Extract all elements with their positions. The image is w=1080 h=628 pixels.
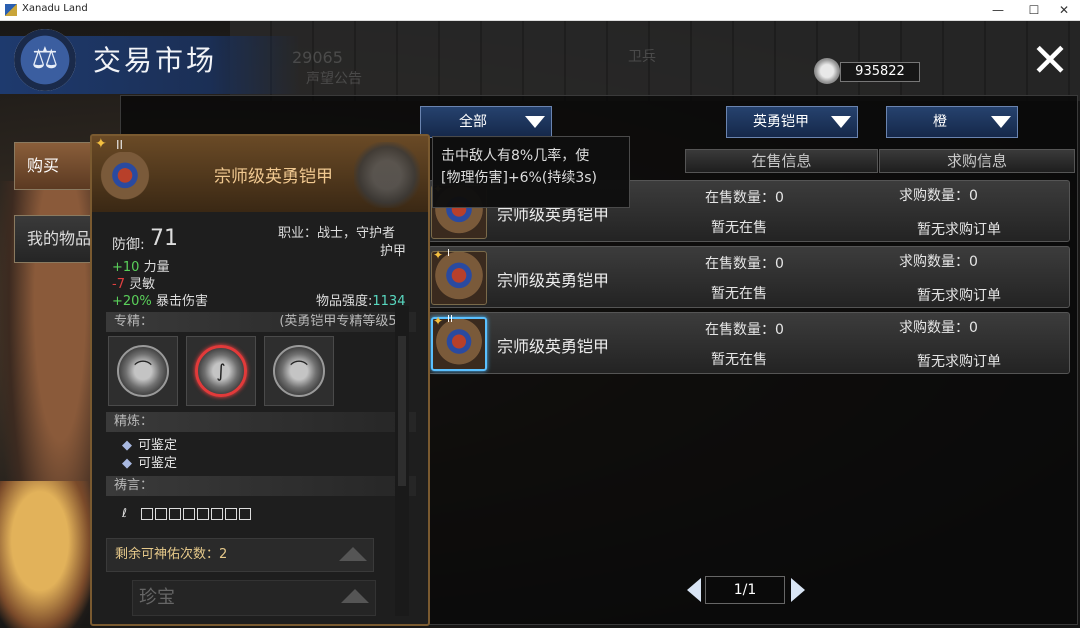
category-dropdown[interactable]: 全部 [420, 106, 552, 138]
up-arrow-icon[interactable] [339, 547, 367, 561]
game-window: { "window": { "title": "Xanadu Land", "c… [0, 0, 1080, 628]
table-row[interactable]: ✦ I 宗师级英勇铠甲 在售数量：0 暂无在售 求购数量：0 暂无求购订单 [428, 246, 1070, 308]
card-scrollbar[interactable] [395, 306, 409, 616]
column-buy-info: 求购信息 [879, 149, 1075, 173]
refine-item: ◆ 可鉴定 [122, 438, 178, 453]
spec-title: 专精： [114, 314, 154, 329]
app-icon [5, 4, 17, 16]
spec-orb-icon: ⌒ [117, 345, 169, 397]
spec-slot-3[interactable]: ⌒ [264, 336, 334, 406]
spec-orb-icon: ∫ [195, 345, 247, 397]
strength-label: 物品强度: [316, 294, 373, 309]
sale-status: 暂无在售 [711, 220, 767, 236]
prayer-icon: ℓ [122, 506, 127, 520]
buy-count: 求购数量：0 [899, 320, 978, 336]
type-dropdown[interactable]: 英勇铠甲 [726, 106, 858, 138]
page-indicator: 1/1 [705, 576, 785, 604]
close-icon[interactable]: ✕ [1028, 37, 1072, 84]
prayer-slot [238, 507, 251, 520]
armor-item-icon [98, 152, 152, 204]
tooltip-line-1: 击中敌人有8%几率，使 [441, 148, 590, 164]
window-close-button[interactable]: ✕ [1046, 0, 1080, 21]
column-sale-info: 在售信息 [685, 149, 878, 173]
defense-label: 防御: [112, 237, 145, 253]
tier-label: I [447, 248, 450, 259]
spec-slot-2[interactable]: ∫ [186, 336, 256, 406]
window-titlebar: Xanadu Land — ☐ ✕ [0, 0, 1080, 21]
spec-orb-icon: ⌒ [273, 345, 325, 397]
table-row-selected[interactable]: ✦ II 宗师级英勇铠甲 在售数量：0 暂无在售 求购数量：0 暂无求购订单 [428, 312, 1070, 374]
prayer-slot [182, 507, 195, 520]
prayer-slot [140, 507, 153, 520]
prayer-slot [196, 507, 209, 520]
armor-silhouette-icon [354, 142, 420, 208]
spec-slot-1[interactable]: ⌒ [108, 336, 178, 406]
prayer-slot [224, 507, 237, 520]
class-label-2: 护甲 [380, 244, 407, 259]
card-tier: II [116, 138, 124, 152]
prayer-slot [210, 507, 223, 520]
refine-item: ◆ 可鉴定 [122, 456, 178, 471]
treasure-label: 珍宝 [139, 587, 175, 608]
chevron-down-icon [831, 116, 851, 128]
type-dropdown-label: 英勇铠甲 [753, 114, 809, 130]
treasure-row: 珍宝 [132, 580, 376, 616]
scroll-thumb[interactable] [398, 336, 406, 486]
window-title: Xanadu Land [22, 3, 88, 14]
class-label: 职业：战士，守护者 [278, 226, 396, 241]
sale-count: 在售数量：0 [705, 190, 784, 206]
up-arrow-icon[interactable] [341, 589, 369, 603]
minimize-button[interactable]: — [980, 0, 1016, 21]
star-icon: ✦ [95, 136, 107, 152]
stat-name: 暴击伤害 [155, 294, 208, 309]
card-item-name: 宗师级英勇铠甲 [214, 167, 333, 187]
stat-crit: +20% 暴击伤害 [112, 290, 208, 309]
prayer-slot [154, 507, 167, 520]
buy-count: 求购数量：0 [899, 188, 978, 204]
defense-value: 71 [150, 226, 178, 251]
currency-display: 935822 [800, 58, 930, 86]
category-dropdown-label: 全部 [459, 114, 487, 130]
effect-tooltip: 击中敌人有8%几率，使 [物理伤害]+6%(持续3s) [432, 136, 630, 208]
buy-count: 求购数量：0 [899, 254, 978, 270]
stat-mod: +20% [112, 294, 152, 309]
prayer-slot [168, 507, 181, 520]
page-title: 交易市场 [93, 44, 218, 77]
section-refine: 精炼： [106, 412, 416, 432]
star-icon: ✦ [433, 248, 444, 262]
section-specialization: 专精： (英勇铠甲专精等级50) [106, 312, 416, 332]
scale-emblem-icon: ⚖ [14, 29, 76, 91]
sale-status: 暂无在售 [711, 286, 767, 302]
item-detail-card: ✦ II 宗师级英勇铠甲 防御: 71 职业：战士，守护者 护甲 +10 力量 … [90, 134, 430, 626]
item-strength: 物品强度:1134 [316, 290, 405, 309]
item-name: 宗师级英勇铠甲 [497, 271, 610, 290]
remaining-label: 剩余可神佑次数：2 [115, 547, 228, 562]
sale-status: 暂无在售 [711, 352, 767, 368]
pagination: 1/1 [685, 576, 805, 606]
tooltip-line-2: [物理伤害]+6%(持续3s) [441, 170, 597, 186]
quality-dropdown-label: 橙 [933, 114, 947, 130]
item-name: 宗师级英勇铠甲 [497, 337, 610, 356]
prev-page-icon[interactable] [687, 578, 701, 602]
diamond-icon: ◆ [122, 438, 132, 453]
chevron-down-icon [991, 116, 1011, 128]
chevron-down-icon [525, 116, 545, 128]
buy-status: 暂无求购订单 [917, 222, 1001, 238]
sale-count: 在售数量：0 [705, 256, 784, 272]
currency-amount: 935822 [840, 62, 920, 82]
prayer-slots: ℓ [122, 506, 253, 520]
buy-status: 暂无求购订单 [917, 288, 1001, 304]
buy-status: 暂无求购订单 [917, 354, 1001, 370]
section-prayer: 祷言： [106, 476, 416, 496]
tier-label: II [447, 314, 453, 325]
star-icon: ✦ [433, 314, 444, 328]
coin-icon [814, 58, 840, 84]
npc-girl-art [0, 481, 90, 628]
quality-dropdown[interactable]: 橙 [886, 106, 1018, 138]
next-page-icon[interactable] [791, 578, 805, 602]
spec-level: (英勇铠甲专精等级50) [279, 314, 410, 329]
sale-count: 在售数量：0 [705, 322, 784, 338]
diamond-icon: ◆ [122, 456, 132, 471]
remaining-blessings: 剩余可神佑次数：2 [106, 538, 374, 572]
